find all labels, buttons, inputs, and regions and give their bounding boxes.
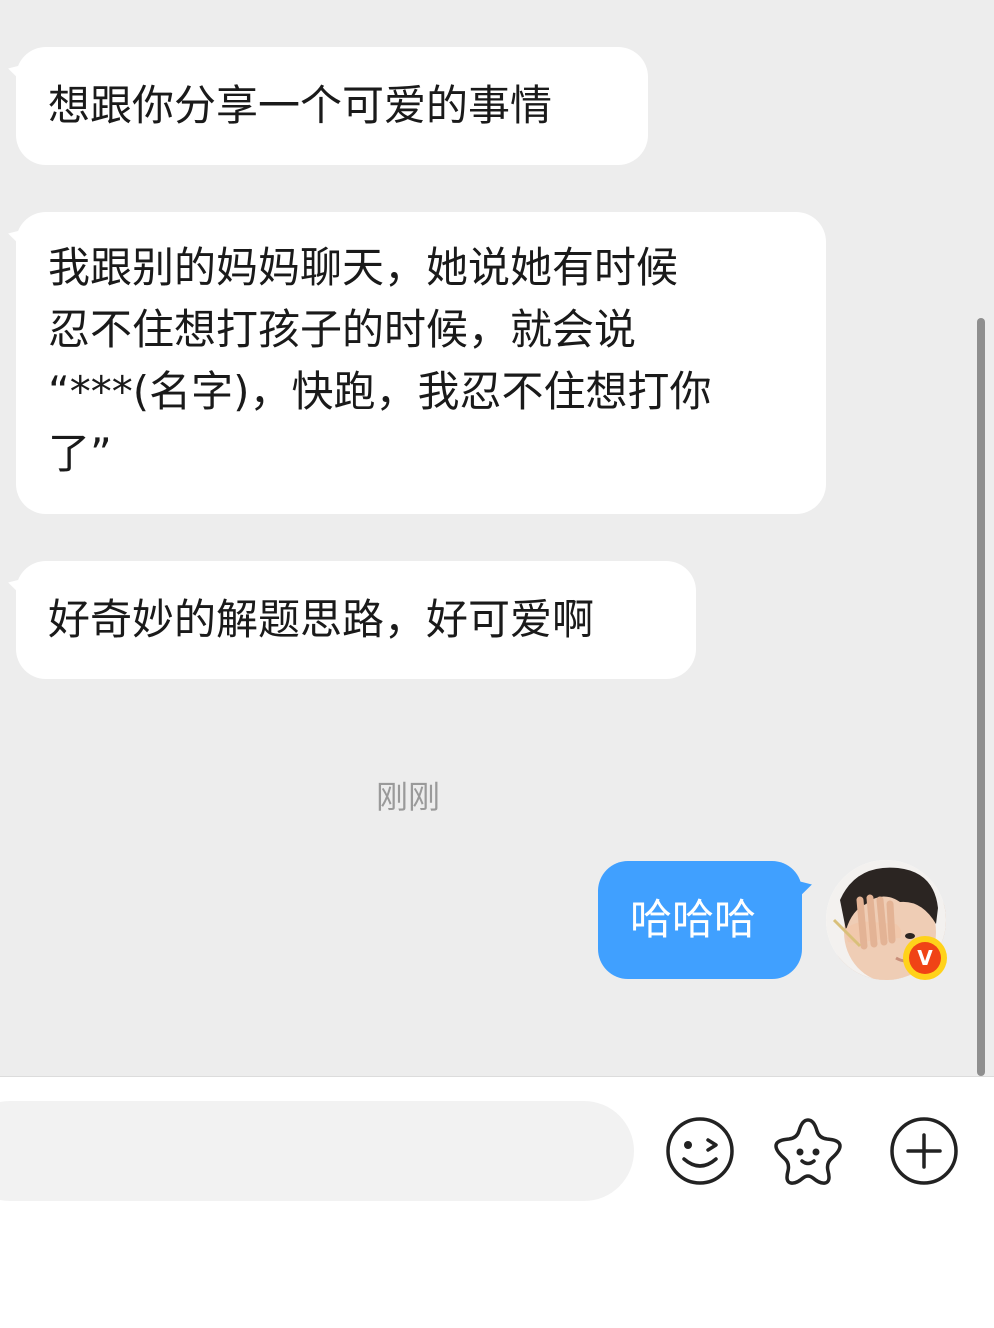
verified-badge-icon: V bbox=[903, 936, 947, 980]
chat-area[interactable]: 想跟你分享一个可爱的事情 我跟别的妈妈聊天，她说她有时候 忍不住想打孩子的时候，就… bbox=[0, 0, 994, 1076]
message-text-line: 忍不住想打孩子的时候，就会说 bbox=[48, 305, 637, 354]
message-text-line: 我跟别的妈妈聊天，她说她有时候 bbox=[48, 243, 679, 292]
sticker-button[interactable] bbox=[772, 1115, 844, 1187]
message-text-line: “***(名字)，快跑，我忍不住想打你 bbox=[48, 367, 712, 416]
badge-letter: V bbox=[909, 942, 941, 974]
message-text: 哈哈哈 bbox=[630, 895, 757, 944]
message-timestamp: 刚刚 bbox=[375, 778, 440, 816]
message-text: 想跟你分享一个可爱的事情 bbox=[48, 81, 553, 130]
message-bubble-incoming[interactable]: 想跟你分享一个可爱的事情 bbox=[16, 47, 648, 165]
emoji-icon bbox=[666, 1117, 734, 1185]
scrollbar[interactable] bbox=[977, 318, 985, 1076]
message-bubble-incoming[interactable]: 我跟别的妈妈聊天，她说她有时候 忍不住想打孩子的时候，就会说 “***(名字)，快跑… bbox=[16, 212, 826, 514]
message-text-line: 了” bbox=[48, 429, 112, 478]
more-button[interactable] bbox=[888, 1115, 960, 1187]
emoji-button[interactable] bbox=[664, 1115, 736, 1187]
message-input[interactable] bbox=[0, 1101, 634, 1201]
message-text: 好奇妙的解题思路，好可爱啊 bbox=[48, 595, 595, 644]
plus-icon bbox=[890, 1117, 958, 1185]
sticker-icon bbox=[774, 1118, 842, 1185]
message-bubble-outgoing[interactable]: 哈哈哈 bbox=[598, 861, 802, 979]
input-bar bbox=[0, 1077, 994, 1328]
message-bubble-incoming[interactable]: 好奇妙的解题思路，好可爱啊 bbox=[16, 561, 696, 679]
